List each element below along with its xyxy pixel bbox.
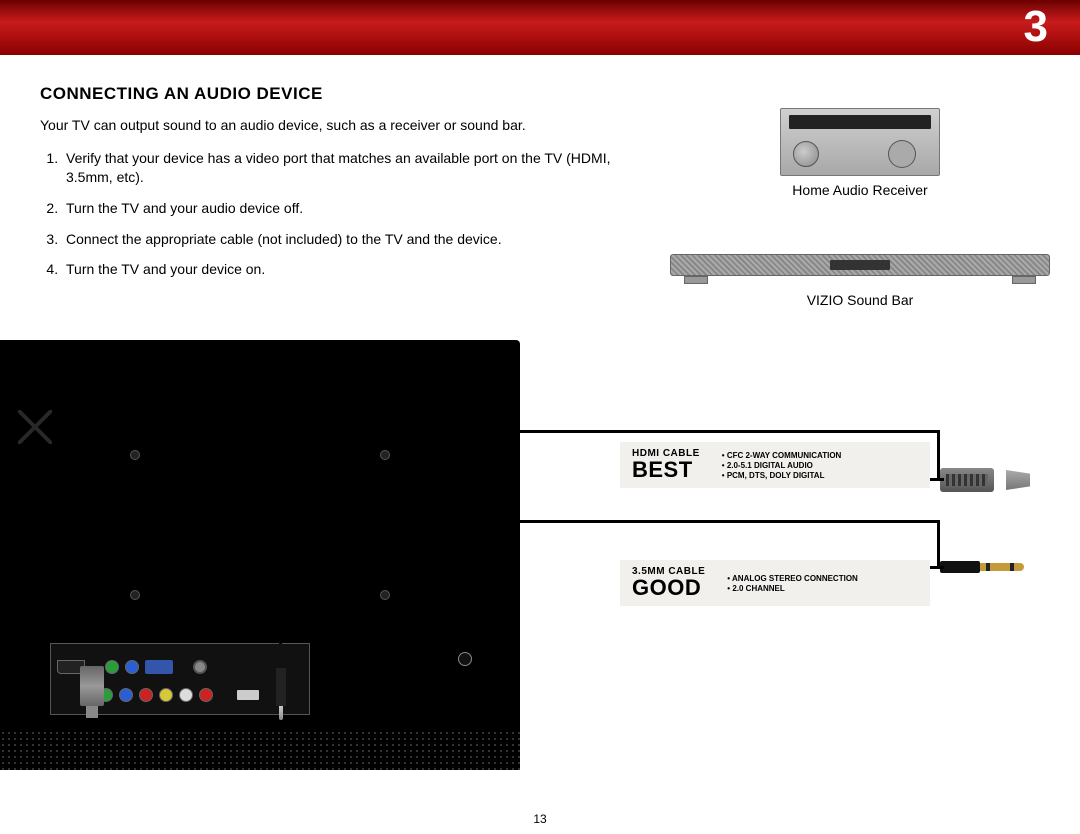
aux-cable-callout: 3.5MM CABLE GOOD ANALOG STEREO CONNECTIO… [620, 560, 930, 606]
aux-quality: GOOD [632, 577, 705, 599]
hdmi-plug-icon [80, 666, 104, 706]
aux-features: ANALOG STEREO CONNECTION 2.0 CHANNEL [719, 560, 872, 606]
vizio-logo-icon [18, 410, 52, 444]
instruction-steps: Verify that your device has a video port… [40, 149, 630, 279]
main-text-column: CONNECTING AN AUDIO DEVICE Your TV can o… [40, 84, 630, 291]
step-1: Verify that your device has a video port… [62, 149, 630, 187]
chapter-number: 3 [1024, 2, 1048, 52]
header-band [0, 0, 1080, 55]
receiver-label: Home Audio Receiver [660, 182, 1060, 198]
hdmi-quality: BEST [632, 459, 700, 481]
device-illustrations: Home Audio Receiver VIZIO Sound Bar [660, 108, 1060, 308]
aux-connector-icon [940, 558, 1040, 576]
hdmi-connector-icon [940, 462, 1030, 498]
step-2: Turn the TV and your audio device off. [62, 199, 630, 218]
hdmi-cable-callout: HDMI CABLE BEST CFC 2-WAY COMMUNICATION … [620, 442, 930, 488]
receiver-illustration [780, 108, 940, 176]
step-4: Turn the TV and your device on. [62, 260, 630, 279]
soundbar-illustration [670, 246, 1050, 286]
power-button-icon [458, 652, 472, 666]
intro-paragraph: Your TV can output sound to an audio dev… [40, 116, 630, 135]
aux-plug-icon [276, 668, 286, 706]
hdmi-features: CFC 2-WAY COMMUNICATION 2.0-5.1 DIGITAL … [714, 442, 856, 488]
page-heading: CONNECTING AN AUDIO DEVICE [40, 84, 630, 104]
page-number: 13 [533, 812, 546, 826]
soundbar-label: VIZIO Sound Bar [660, 292, 1060, 308]
step-3: Connect the appropriate cable (not inclu… [62, 230, 630, 249]
tv-back-illustration [0, 340, 520, 770]
